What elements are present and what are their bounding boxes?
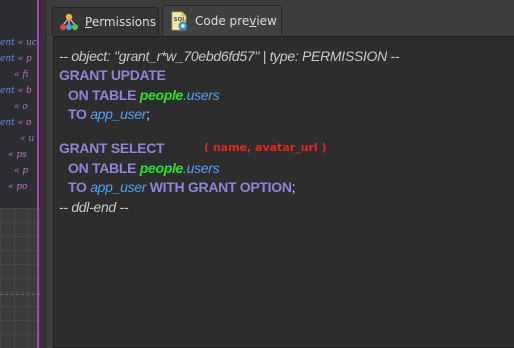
code-line-on-table: ON TABLE people.users xyxy=(68,87,220,103)
permission-dialog: Permissions SQL Code preview -- object: … xyxy=(47,0,514,348)
page-delimiter xyxy=(0,294,40,295)
tab-code-preview[interactable]: SQL Code preview xyxy=(162,5,282,36)
tab-bar: Permissions SQL Code preview xyxy=(47,0,514,36)
background-list-item: « u xyxy=(20,134,35,144)
background-grid xyxy=(0,208,40,348)
background-list-item: « o xyxy=(14,102,28,112)
background-object-list: ent « uc ent « p « fi ent « b « o ent « … xyxy=(0,0,40,208)
background-list-item: ent « b xyxy=(0,86,32,96)
tab-permissions[interactable]: Permissions xyxy=(52,7,159,35)
background-list-item: ent « p xyxy=(0,54,32,64)
code-line-to-role-grant-option: TO app_user WITH GRANT OPTION; xyxy=(68,179,296,195)
background-list-item: « fi xyxy=(14,70,29,80)
code-line-ddl-end: -- ddl-end -- xyxy=(59,199,129,215)
code-line-on-table: ON TABLE people.users xyxy=(68,160,220,176)
relationship-line xyxy=(37,0,39,348)
dialog-border xyxy=(40,0,47,348)
code-line-grant-select: GRANT SELECT xyxy=(59,140,165,156)
background-list-item: « ps xyxy=(8,150,27,160)
column-list-annotation: ( name, avatar_url ) xyxy=(204,141,327,154)
background-list-item: ent « uc xyxy=(0,38,37,48)
tab-permissions-label: Permissions xyxy=(85,14,156,29)
sql-document-icon: SQL xyxy=(171,11,188,31)
tab-code-preview-label: Code preview xyxy=(195,14,277,28)
background-canvas: ent « uc ent « p « fi ent « b « o ent « … xyxy=(0,0,47,348)
code-line-object-comment: -- object: "grant_r*w_70ebd6fd57" | type… xyxy=(59,48,400,64)
permissions-hierarchy-icon xyxy=(60,13,78,30)
code-preview-editor[interactable]: -- object: "grant_r*w_70ebd6fd57" | type… xyxy=(53,36,514,348)
background-list-item: « p xyxy=(14,166,29,176)
background-list-item: « po xyxy=(8,182,28,192)
code-line-grant-update: GRANT UPDATE xyxy=(59,67,166,83)
background-list-item: ent « o xyxy=(0,118,32,128)
code-line-to-role: TO app_user; xyxy=(68,106,150,122)
